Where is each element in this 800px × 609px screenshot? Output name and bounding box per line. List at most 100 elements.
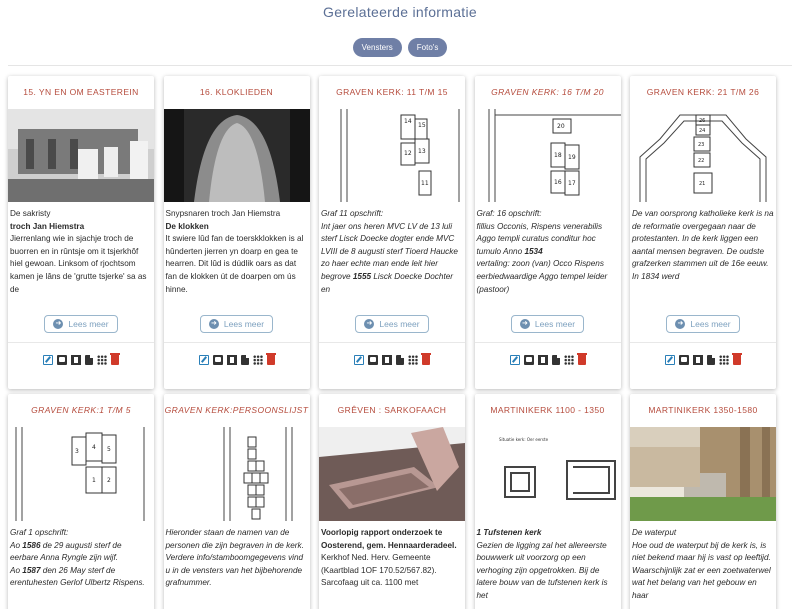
grid-icon[interactable] (563, 355, 574, 365)
card-text: 1 Tufstenen kerk Gezien de ligging zal he… (476, 528, 608, 600)
card-graven-16-20: GRAVEN KERK: 16 T/M 20 20 18 19 16 17 Gr… (474, 76, 621, 389)
card-image[interactable]: 26 24 23 22 21 (630, 109, 776, 202)
card-title[interactable]: GRAVEN KERK:1 T/M 5 (8, 394, 154, 427)
trash-icon[interactable] (110, 353, 120, 365)
card-actions (475, 353, 621, 365)
grave-label: 14 (404, 118, 412, 125)
arrow-right-icon: ➜ (519, 319, 530, 329)
read-more-button[interactable]: ➜ Lees meer (510, 315, 585, 333)
grave-label: 15 (418, 122, 426, 129)
film-icon[interactable] (226, 355, 237, 365)
card-image[interactable] (630, 427, 776, 521)
grave-label: 20 (557, 123, 565, 130)
trash-icon[interactable] (576, 353, 587, 365)
card-text: De waterput Hoe oud de waterput bij de ke… (632, 528, 771, 600)
card-title[interactable]: GRAVEN KERK: 11 T/M 15 (319, 76, 465, 109)
edit-icon[interactable] (198, 355, 209, 365)
card-martinikerk-1350-1580: MARTINIKERK 1350-1580 De waterput Hoe oud… (630, 394, 776, 609)
card-image[interactable] (8, 109, 154, 202)
grid-icon[interactable] (97, 355, 107, 365)
read-more-label: Lees meer (223, 319, 265, 329)
card-text: Snypsnaren troch Jan Hiemstra De klokken I… (165, 209, 304, 294)
read-more-button[interactable]: ➜ Lees meer (44, 315, 118, 333)
images-icon[interactable] (57, 355, 67, 365)
grid-icon[interactable] (719, 355, 729, 365)
card-text: Graf: 16 opschrift: fillius Occonis, Risp… (476, 209, 608, 294)
file-icon[interactable] (85, 355, 93, 365)
read-more-label: Lees meer (379, 319, 420, 329)
film-icon[interactable] (537, 355, 548, 365)
churchyard-photo (8, 109, 154, 202)
card-title[interactable]: 15. YN EN OM EASTEREIN (8, 76, 154, 109)
card-image[interactable] (319, 427, 465, 521)
card-actions (164, 353, 310, 365)
divider (163, 342, 310, 343)
film-icon[interactable] (382, 355, 392, 365)
film-icon[interactable] (693, 355, 703, 365)
waterput-photo (630, 427, 776, 521)
card-text: De van oorsprong katholieke kerk is na d… (632, 209, 774, 281)
divider (630, 342, 776, 343)
grid-icon[interactable] (408, 355, 418, 365)
divider (319, 342, 465, 343)
grave-label: 13 (418, 148, 426, 155)
edit-icon[interactable] (509, 355, 520, 365)
grave-label: 11 (421, 180, 429, 187)
edit-icon[interactable] (43, 355, 53, 365)
church-plan-drawing: Situatie kerk: Oer eerste (499, 437, 616, 500)
file-icon[interactable] (240, 355, 249, 365)
divider (8, 65, 792, 66)
read-more-label: Lees meer (534, 319, 576, 329)
card-title[interactable]: MARTINIKERK 1100 - 1350 (475, 394, 621, 427)
trash-icon[interactable] (732, 353, 742, 365)
card-title[interactable]: GRAVEN KERK: 16 T/M 20 (475, 76, 621, 109)
trash-icon[interactable] (265, 353, 276, 365)
card-image[interactable]: 20 18 19 16 17 (474, 109, 621, 202)
read-more-label: Lees meer (690, 319, 731, 329)
filter-fotos-button[interactable]: Foto's (407, 38, 448, 57)
card-actions (8, 353, 154, 365)
grave-plan-drawing: 26 24 23 22 21 (639, 114, 767, 202)
divider (8, 342, 154, 343)
grave-label: 22 (698, 158, 704, 164)
card-image[interactable]: Situatie kerk: Oer eerste (474, 427, 621, 521)
card-image[interactable] (163, 427, 310, 521)
film-icon[interactable] (71, 355, 81, 365)
bell-photo (163, 109, 310, 202)
images-icon[interactable] (368, 355, 378, 365)
card-text: Graf 1 opschrift: Ao 1586 de 29 augusti s… (10, 528, 145, 588)
file-icon[interactable] (707, 355, 715, 365)
card-image[interactable]: 3 4 5 1 2 (8, 427, 154, 521)
read-more-button[interactable]: ➜ Lees meer (355, 315, 429, 333)
card-title[interactable]: MARTINIKERK 1350-1580 (630, 394, 776, 427)
card-kloklieden: 16. KLOKLIEDEN Snypsnaren troch Jan Hiem… (163, 76, 310, 389)
file-icon[interactable] (396, 355, 404, 365)
card-image[interactable] (163, 109, 310, 202)
read-more-button[interactable]: ➜ Lees meer (199, 315, 274, 333)
read-more-label: Lees meer (68, 319, 109, 329)
card-greven-sarkofaach: GRÊVEN : SARKOFAACH Voorlopig rapport on… (319, 394, 465, 609)
card-graven-21-26: GRAVEN KERK: 21 T/M 26 26 24 23 22 21 De… (630, 76, 776, 389)
card-title[interactable]: GRÊVEN : SARKOFAACH (319, 394, 465, 427)
card-graven-11-15: GRAVEN KERK: 11 T/M 15 14 15 12 13 11 Gr… (319, 76, 465, 389)
trash-icon[interactable] (421, 353, 431, 365)
arrow-right-icon: ➜ (675, 319, 686, 329)
edit-icon[interactable] (665, 355, 675, 365)
card-text: Graf 11 opschrift: Int jaer ons heren MVC… (321, 209, 458, 294)
card-text: Voorlopig rapport onderzoek te Oosterend… (321, 528, 457, 588)
card-title[interactable]: 16. KLOKLIEDEN (164, 76, 310, 109)
file-icon[interactable] (551, 355, 560, 365)
card-title[interactable]: GRAVEN KERK: 21 T/M 26 (630, 76, 776, 109)
grid-icon[interactable] (252, 355, 263, 365)
read-more-button[interactable]: ➜ Lees meer (666, 315, 740, 333)
card-title[interactable]: GRAVEN KERK:PERSOONSLIJST (164, 394, 310, 427)
card-image[interactable]: 14 15 12 13 11 (319, 109, 465, 202)
card-yn-en-om-easterein: 15. YN EN OM EASTEREIN De sakristy troch … (8, 76, 154, 389)
images-icon[interactable] (523, 355, 534, 365)
grave-label: 4 (92, 444, 96, 451)
edit-icon[interactable] (354, 355, 364, 365)
filter-vensters-button[interactable]: Vensters (352, 38, 402, 57)
images-icon[interactable] (212, 355, 223, 365)
grave-plan-drawing: 14 15 12 13 11 (340, 109, 460, 202)
images-icon[interactable] (679, 355, 689, 365)
